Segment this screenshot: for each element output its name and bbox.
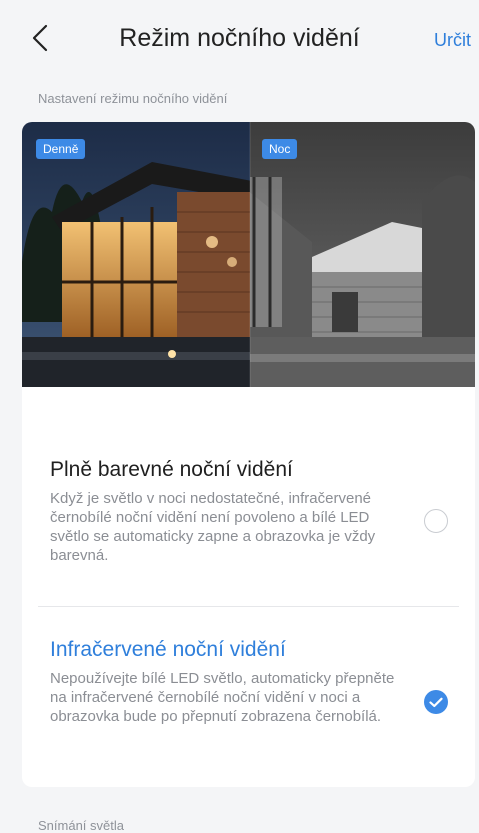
option-full-color-night-vision[interactable]: Plně barevné noční vidění Když je světlo… (22, 458, 475, 583)
page-title: Režim nočního vidění (119, 24, 360, 52)
option-infrared-night-vision[interactable]: Infračervené noční vidění Nepoužívejte b… (22, 638, 475, 763)
header-bar: Režim nočního vidění Určit (0, 0, 479, 80)
option-description: Nepoužívejte bílé LED světlo, automatick… (50, 670, 395, 725)
option-title: Infračervené noční vidění (50, 638, 286, 661)
day-tag: Denně (36, 139, 86, 159)
confirm-button[interactable]: Určit (434, 30, 471, 51)
section-label-night-mode: Nastavení režimu nočního vidění (38, 91, 228, 106)
option-description: Když je světlo v noci nedostatečné, infr… (50, 490, 376, 564)
day-night-preview-image: Denně Noc (22, 122, 475, 387)
night-mode-card: Denně Noc Plně barevné noční vidění Když… (22, 122, 475, 787)
checkmark-icon (429, 697, 443, 707)
night-tag: Noc (262, 139, 298, 159)
radio-selected[interactable] (424, 690, 448, 714)
option-title: Plně barevné noční vidění (50, 458, 293, 481)
divider (38, 606, 459, 607)
radio-unselected[interactable] (424, 509, 448, 533)
section-label-light-sensing: Snímání světla (38, 818, 124, 833)
